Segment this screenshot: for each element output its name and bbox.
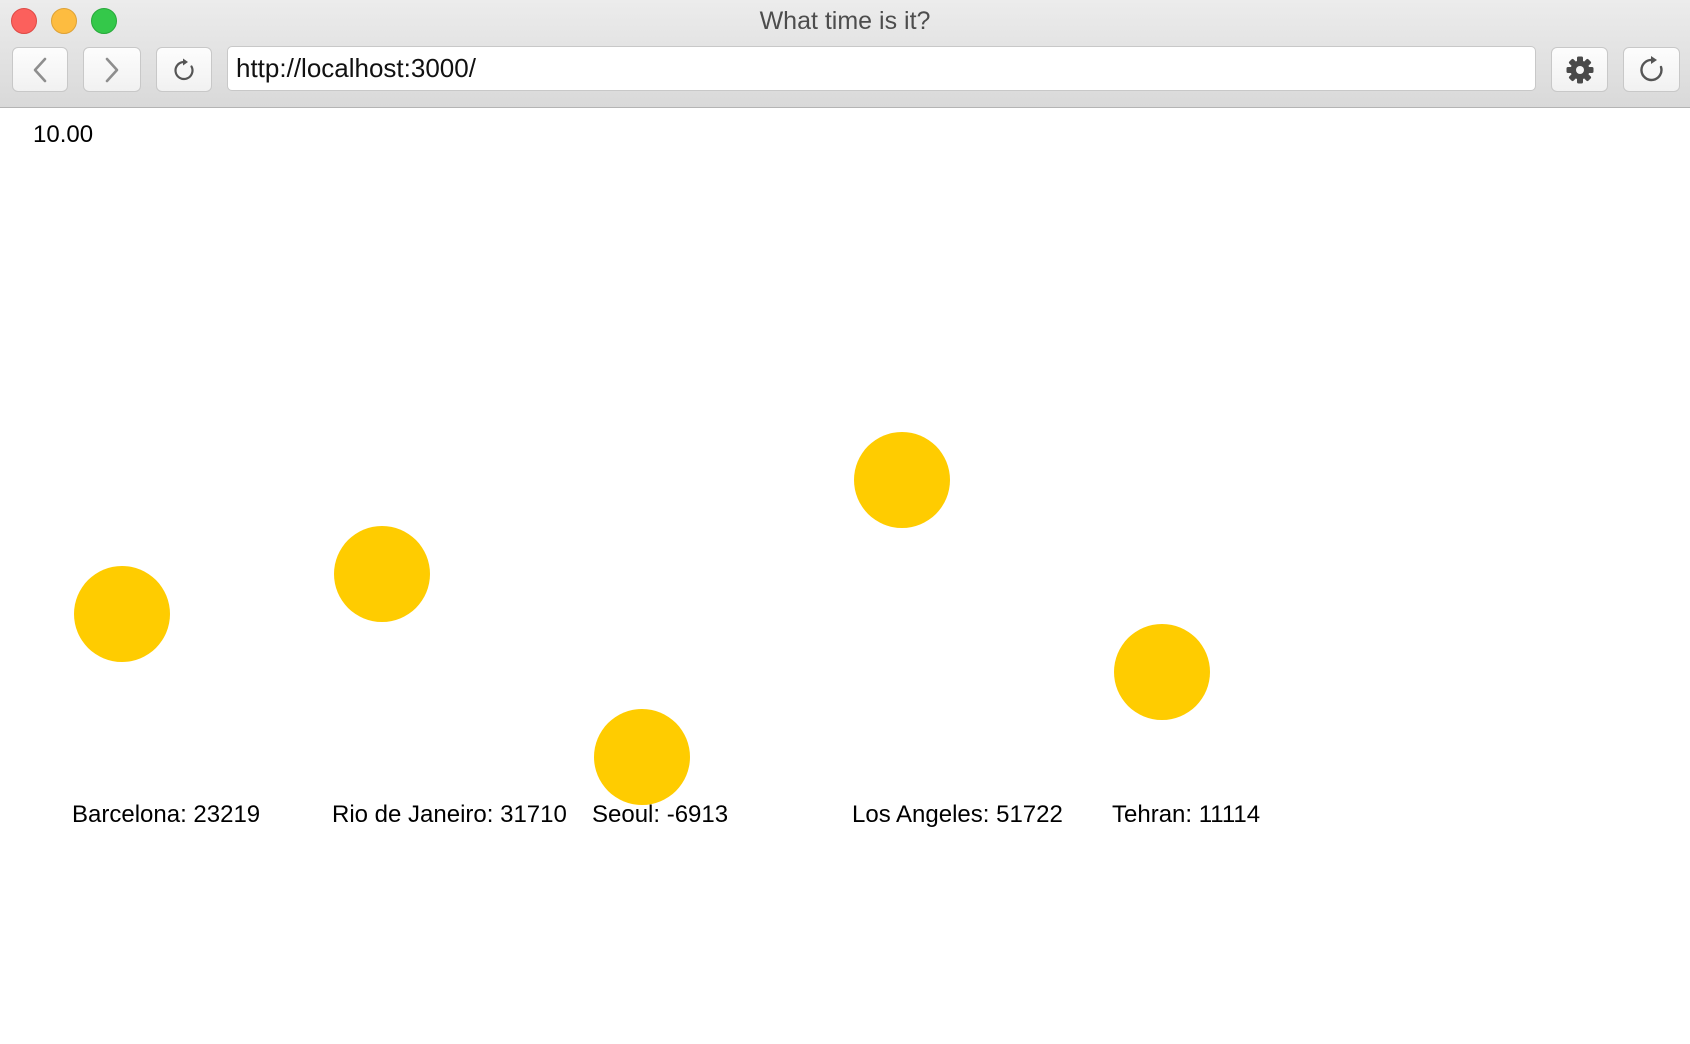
back-button[interactable] <box>12 47 68 92</box>
browser-window: What time is it? http://localhost:3000/ … <box>0 0 1690 1044</box>
chevron-left-icon <box>33 57 47 82</box>
address-bar[interactable] <box>227 46 1536 91</box>
city-label-los-angeles: Los Angeles: 51722 <box>852 801 1063 828</box>
city-label-tehran: Tehran: 11114 <box>1112 801 1261 828</box>
window-title: What time is it? <box>759 7 931 35</box>
browser-toolbar: What time is it? <box>0 0 1690 108</box>
reload-button[interactable] <box>156 47 212 92</box>
forward-button[interactable] <box>83 47 141 92</box>
city-label-seoul: Seoul: -6913 <box>592 801 729 828</box>
sun-rio-de-janeiro <box>334 526 430 622</box>
city-label-rio-de-janeiro: Rio de Janeiro: 31710 <box>332 801 567 828</box>
refresh-button[interactable] <box>1623 47 1680 92</box>
sun-los-angeles <box>854 432 950 528</box>
reload-icon <box>174 58 194 80</box>
city-label-barcelona: Barcelona: 23219 <box>72 801 261 828</box>
refresh-icon <box>1639 55 1663 81</box>
sun-seoul <box>594 709 690 805</box>
url-input[interactable] <box>236 47 1535 90</box>
gear-icon <box>1566 56 1593 83</box>
settings-button[interactable] <box>1551 47 1608 92</box>
sun-tehran <box>1114 624 1210 720</box>
time-counter: 10.00 <box>33 121 94 148</box>
sun-barcelona <box>74 566 170 662</box>
page-content: 10.00 Barcelona: 23219 Rio de Janeiro: 3… <box>0 109 1690 1044</box>
chevron-right-icon <box>105 57 119 82</box>
